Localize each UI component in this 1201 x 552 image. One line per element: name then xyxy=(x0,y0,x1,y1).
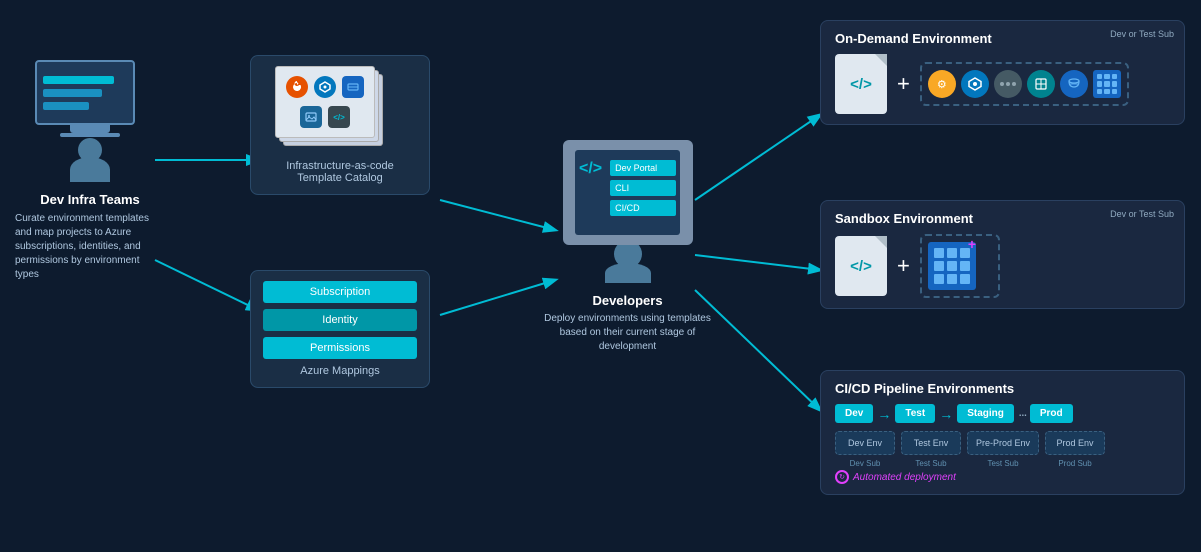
network-service-icon xyxy=(1027,70,1055,98)
file-code-ondemand: </> xyxy=(850,76,872,93)
services-box-ondemand: ⚙ xyxy=(920,62,1129,106)
cicd-stages: Dev → Test → Staging ··· Prod xyxy=(835,404,1170,423)
arrow-2: → xyxy=(939,406,953,422)
kubernetes-service-icon xyxy=(961,70,989,98)
env-box-preprod: Pre-Prod Env xyxy=(967,431,1039,455)
stage-prod: Prod xyxy=(1030,404,1073,423)
plus-sign-ondemand: + xyxy=(897,71,910,97)
dev-avatar-body xyxy=(605,263,651,283)
on-demand-box: On-Demand Environment Dev or Test Sub </… xyxy=(820,20,1185,125)
dev-info: Developers Deploy environments using tem… xyxy=(540,293,715,354)
env-col-preprod: Pre-Prod Env Test Sub xyxy=(967,431,1039,468)
stage-staging: Staging xyxy=(957,404,1014,423)
refresh-icon xyxy=(286,76,308,98)
cicd-env: CI/CD Pipeline Environments Dev → Test →… xyxy=(820,370,1185,495)
doc-page-front: </> xyxy=(275,66,375,138)
image-icon xyxy=(300,106,322,128)
dots-service-icon xyxy=(994,70,1022,98)
doc-stack: </> xyxy=(275,66,405,156)
auto-deploy-icon: ↻ xyxy=(835,470,849,484)
azure-mappings-card: Subscription Identity Permissions Azure … xyxy=(250,270,430,388)
file-icon-sandbox: </> xyxy=(835,236,887,296)
sandbox-grid-icon: + xyxy=(928,242,976,290)
stage-test: Test xyxy=(895,404,935,423)
storage-icon xyxy=(342,76,364,98)
sandbox-badge: Dev or Test Sub xyxy=(1110,209,1174,219)
env-box-prod: Prod Env xyxy=(1045,431,1105,455)
stage-dev: Dev xyxy=(835,404,873,423)
monitor-graphic xyxy=(35,60,145,137)
file-icon-ondemand: </> xyxy=(835,54,887,114)
monitor-bar-3 xyxy=(43,102,89,110)
mapping-subscription: Subscription xyxy=(263,281,417,303)
monitor-screen xyxy=(35,60,135,125)
avatar-body xyxy=(70,157,110,182)
developers-label: Developers xyxy=(540,293,715,308)
sub-prod: Prod Sub xyxy=(1058,459,1091,468)
monitor-bar-1 xyxy=(43,76,114,84)
developers-section: </> Dev Portal CLI CI/CD Developers Depl… xyxy=(540,140,715,354)
stage-dots: ··· xyxy=(1018,406,1026,422)
cicd-box: CI/CD Pipeline Environments Dev → Test →… xyxy=(820,370,1185,495)
env-col-dev: Dev Env Dev Sub xyxy=(835,431,895,468)
code-icon: </> xyxy=(328,106,350,128)
arrow-1: → xyxy=(877,406,891,422)
database-service-icon xyxy=(1060,70,1088,98)
dev-code-tag: </> xyxy=(575,150,606,186)
plus-sign-sandbox: + xyxy=(897,253,910,279)
template-catalog-card: </> Infrastructure-as-code Template Cata… xyxy=(250,55,430,195)
azure-mappings-title: Azure Mappings xyxy=(263,365,417,377)
dev-menu: Dev Portal CLI CI/CD xyxy=(606,150,680,235)
gear-service-icon: ⚙ xyxy=(928,70,956,98)
env-col-test: Test Env Test Sub xyxy=(901,431,961,468)
mapping-identity: Identity xyxy=(263,309,417,331)
file-fold-sandbox xyxy=(875,236,887,248)
sandbox-box: Sandbox Environment Dev or Test Sub </> … xyxy=(820,200,1185,309)
dev-infra-desc: Curate environment templates and map pro… xyxy=(15,212,165,282)
auto-deploy-label: Automated deployment xyxy=(853,472,956,483)
grid-service-icon xyxy=(1093,70,1121,98)
dev-infra-section: Dev Infra Teams Curate environment templ… xyxy=(15,60,165,282)
sub-test: Test Sub xyxy=(915,459,946,468)
on-demand-content: </> + ⚙ xyxy=(835,54,1170,114)
dev-monitor: </> Dev Portal CLI CI/CD xyxy=(563,140,693,245)
monitor-foot xyxy=(60,133,120,137)
cicd-item: CI/CD xyxy=(610,200,676,216)
dev-infra-label: Dev Infra Teams xyxy=(15,192,165,207)
dev-portal-item: Dev Portal xyxy=(610,160,676,176)
dev-avatar xyxy=(540,240,715,283)
dev-screen: </> Dev Portal CLI CI/CD xyxy=(575,150,680,235)
template-catalog-box: </> Infrastructure-as-code Template Cata… xyxy=(250,55,435,195)
cicd-envs: Dev Env Dev Sub Test Env Test Sub Pre-Pr… xyxy=(835,431,1170,468)
file-code-sandbox: </> xyxy=(850,258,872,275)
sandbox-services: + xyxy=(920,234,1000,298)
sandbox-content: </> + + xyxy=(835,234,1170,298)
template-catalog-title: Infrastructure-as-code Template Catalog xyxy=(263,160,417,184)
person-avatar xyxy=(15,138,165,182)
env-col-prod: Prod Env Prod Sub xyxy=(1045,431,1105,468)
env-box-dev: Dev Env xyxy=(835,431,895,455)
developers-desc: Deploy environments using templates base… xyxy=(540,312,715,354)
sub-preprod: Test Sub xyxy=(987,459,1018,468)
kubernetes-icon xyxy=(314,76,336,98)
monitor-bar-2 xyxy=(43,89,102,97)
cli-item: CLI xyxy=(610,180,676,196)
env-box-test: Test Env xyxy=(901,431,961,455)
on-demand-badge: Dev or Test Sub xyxy=(1110,29,1174,39)
on-demand-env: On-Demand Environment Dev or Test Sub </… xyxy=(820,20,1185,125)
sandbox-plus-decoration: + xyxy=(968,238,980,250)
auto-deploy: ↻ Automated deployment xyxy=(835,470,1170,484)
monitor-base xyxy=(70,125,110,133)
sub-dev: Dev Sub xyxy=(850,459,881,468)
file-fold xyxy=(875,54,887,66)
mapping-permissions: Permissions xyxy=(263,337,417,359)
sandbox-env: Sandbox Environment Dev or Test Sub </> … xyxy=(820,200,1185,309)
cicd-title: CI/CD Pipeline Environments xyxy=(835,381,1170,396)
azure-mappings-box: Subscription Identity Permissions Azure … xyxy=(250,270,435,388)
